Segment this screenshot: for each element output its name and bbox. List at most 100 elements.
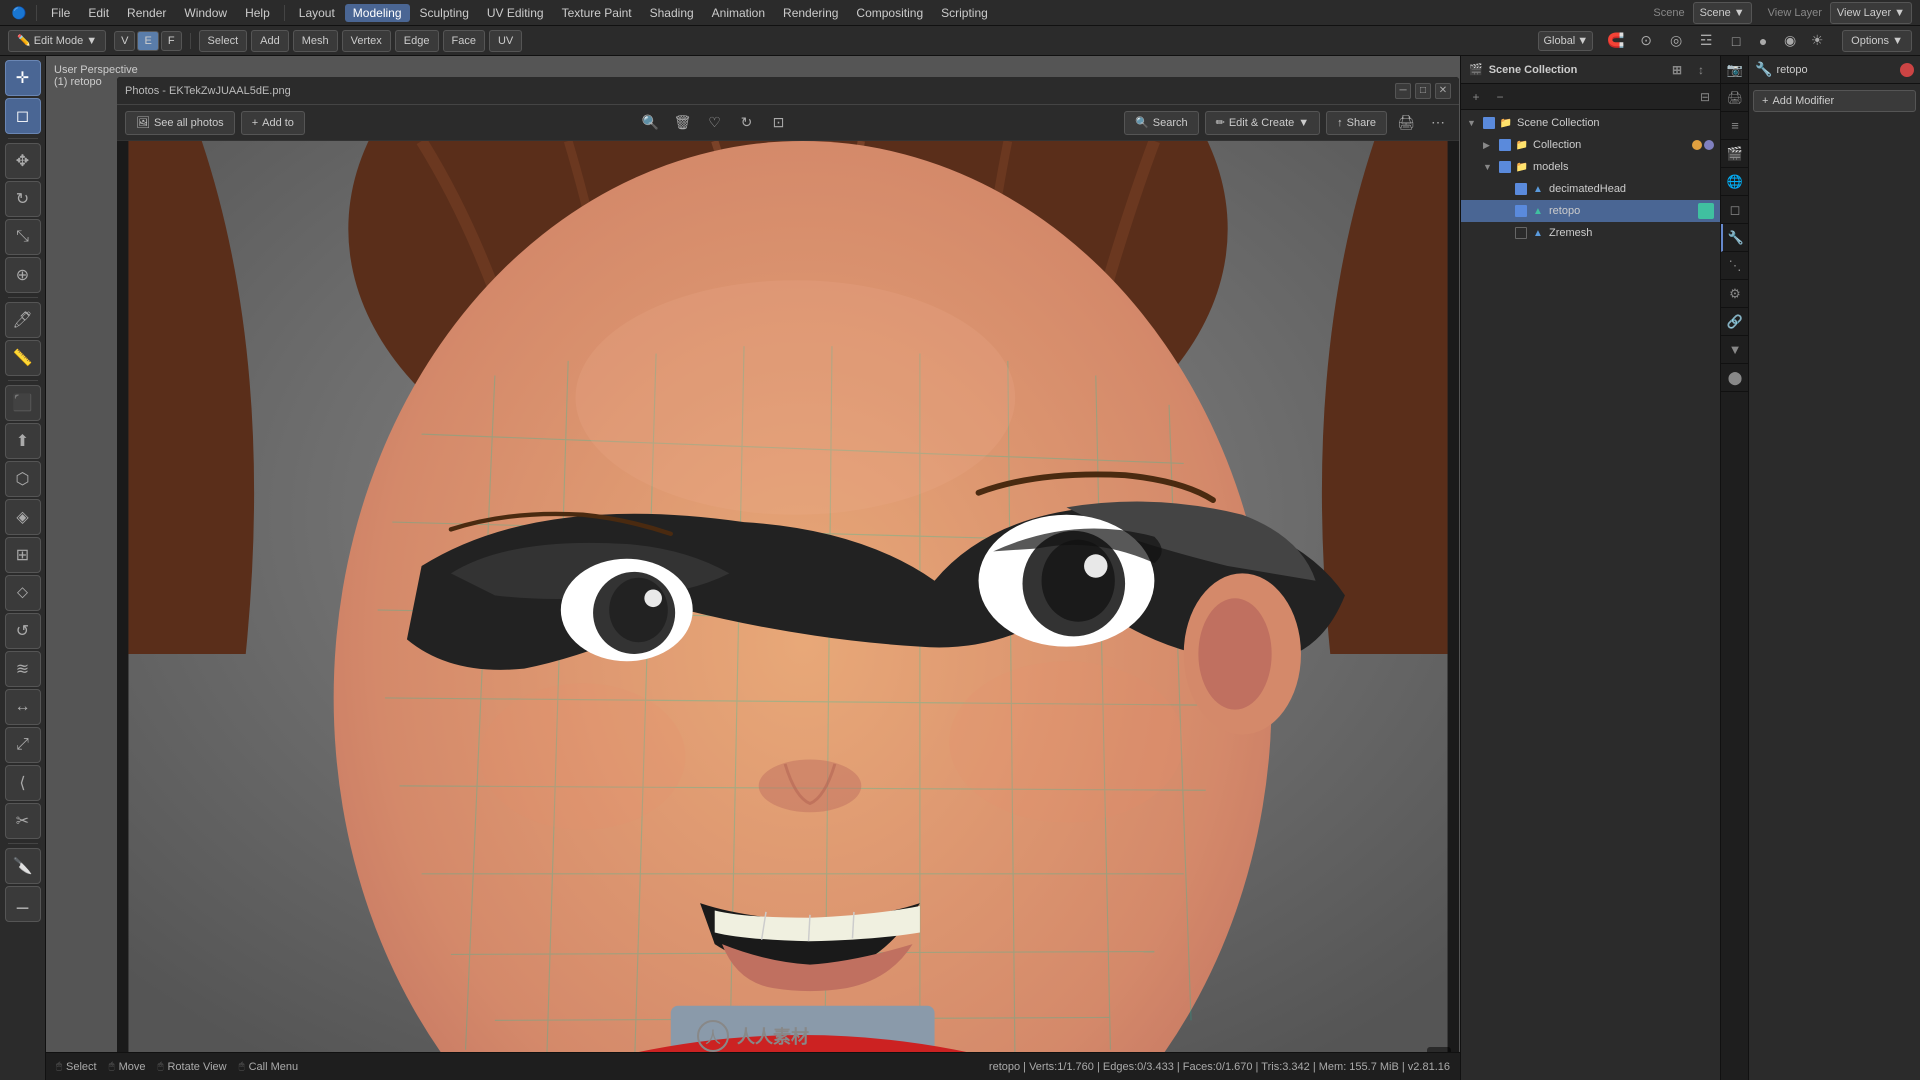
coll-item-models[interactable]: ▼ 📁 models (1461, 156, 1720, 178)
add-cube-tool[interactable]: ⬛ (5, 385, 41, 421)
rotate-tool[interactable]: ↻ (5, 181, 41, 217)
face-menu-btn[interactable]: UV (489, 30, 522, 52)
menu-file[interactable]: File (43, 4, 78, 22)
expand-icon3[interactable]: ▼ (1483, 162, 1495, 172)
solid-mode-btn[interactable]: ● (1750, 28, 1776, 54)
visibility-checkbox4[interactable] (1515, 183, 1527, 195)
output-props-tab[interactable]: 🖨 (1721, 84, 1749, 112)
minimize-btn[interactable]: ─ (1395, 83, 1411, 99)
coll-item-decimated-head[interactable]: ▶ ▲ decimatedHead (1461, 178, 1720, 200)
render-mode-btn[interactable]: ☀ (1804, 28, 1830, 54)
photo-content[interactable]: ⤡ (117, 141, 1459, 1079)
tab-rendering[interactable]: Rendering (775, 4, 846, 22)
bisect-tool[interactable]: ⚊ (5, 886, 41, 922)
rotate-btn[interactable]: ↻ (734, 110, 760, 136)
maximize-btn[interactable]: □ (1415, 83, 1431, 99)
zoom-in-btn[interactable]: 🔍 (638, 110, 664, 136)
view-layer-tab[interactable]: ≡ (1721, 112, 1749, 140)
expand-icon2[interactable]: ▶ (1483, 140, 1495, 151)
menu-window[interactable]: Window (176, 4, 235, 22)
material-mode-btn[interactable]: ◉ (1777, 28, 1803, 54)
coll-item-zremesh[interactable]: ▶ ▲ Zremesh (1461, 222, 1720, 244)
tab-compositing[interactable]: Compositing (848, 4, 931, 22)
world-tab[interactable]: 🌐 (1721, 168, 1749, 196)
knife-tool[interactable]: 🔪 (5, 848, 41, 884)
search-btn[interactable]: 🔍 Search (1124, 111, 1199, 135)
transform-tool[interactable]: ⊕ (5, 257, 41, 293)
annotate-tool[interactable]: 🖊 (5, 302, 41, 338)
tab-layout[interactable]: Layout (291, 4, 343, 22)
move-tool[interactable]: ✥ (5, 143, 41, 179)
scene-tab[interactable]: 🎬 (1721, 140, 1749, 168)
coll-item-scene-collection[interactable]: ▼ 📁 Scene Collection (1461, 112, 1720, 134)
particles-tab[interactable]: ⋱ (1721, 252, 1749, 280)
scale-tool[interactable]: ⤡ (5, 219, 41, 255)
constraints-tab[interactable]: 🔗 (1721, 308, 1749, 336)
physics-tab[interactable]: ⚙ (1721, 280, 1749, 308)
vertex-mode-btn[interactable]: V (114, 31, 135, 51)
data-tab[interactable]: ▼ (1721, 336, 1749, 364)
edge-mode-btn[interactable]: E (137, 31, 158, 51)
add-menu-btn[interactable]: Mesh (293, 30, 338, 52)
tab-animation[interactable]: Animation (704, 4, 773, 22)
print-btn[interactable]: 🖨 (1393, 110, 1419, 136)
delete-btn[interactable]: 🗑 (670, 110, 696, 136)
object-tab[interactable]: ◻ (1721, 196, 1749, 224)
tab-texture-paint[interactable]: Texture Paint (554, 4, 640, 22)
view-menu-btn[interactable]: Select (199, 30, 248, 52)
scene-dropdown[interactable]: Scene ▼ (1693, 2, 1752, 24)
tab-uv-editing[interactable]: UV Editing (479, 4, 552, 22)
rip-tool[interactable]: ✂ (5, 803, 41, 839)
blender-logo[interactable]: 🔵 (8, 2, 30, 24)
visibility-checkbox2[interactable] (1499, 139, 1511, 151)
expand-icon[interactable]: ▼ (1467, 118, 1479, 128)
snap-btn[interactable]: 🧲 (1603, 28, 1629, 54)
new-collection-btn[interactable]: + (1465, 86, 1487, 108)
extrude-tool[interactable]: ⬆ (5, 423, 41, 459)
xray-btn[interactable]: ☲ (1693, 28, 1719, 54)
render-props-tab[interactable]: 📷 (1721, 56, 1749, 84)
add-to-btn[interactable]: + Add to (241, 111, 305, 135)
poly-build-tool[interactable]: ⬦ (5, 575, 41, 611)
view-layer-dropdown[interactable]: View Layer ▼ (1830, 2, 1912, 24)
sort-icon-btn[interactable]: ↕ (1690, 59, 1712, 81)
visibility-checkbox3[interactable] (1499, 161, 1511, 173)
shrink-fatten-tool[interactable]: ⤢ (5, 727, 41, 763)
favorite-btn[interactable]: ♡ (702, 110, 728, 136)
mode-select-btn[interactable]: ✏️ Edit Mode ▼ (8, 30, 106, 52)
tab-sculpting[interactable]: Sculpting (412, 4, 477, 22)
del-collection-btn[interactable]: − (1489, 86, 1511, 108)
coll-item-collection[interactable]: ▶ 📁 Collection (1461, 134, 1720, 156)
cursor-tool[interactable]: ✛ (5, 60, 41, 96)
shear-tool[interactable]: ⟨ (5, 765, 41, 801)
visibility-checkbox6[interactable] (1515, 227, 1527, 239)
menu-render[interactable]: Render (119, 4, 174, 22)
tab-modeling[interactable]: Modeling (345, 4, 410, 22)
tab-shading[interactable]: Shading (642, 4, 702, 22)
transform-orientation-dropdown[interactable]: Global ▼ (1538, 31, 1593, 51)
vertex-menu-btn[interactable]: Edge (395, 30, 439, 52)
coll-item-retopo[interactable]: ▶ ▲ retopo (1461, 200, 1720, 222)
close-btn[interactable]: ✕ (1435, 83, 1451, 99)
menu-edit[interactable]: Edit (80, 4, 117, 22)
overlay-btn[interactable]: ◎ (1663, 28, 1689, 54)
measure-tool[interactable]: 📏 (5, 340, 41, 376)
edit-create-btn[interactable]: ✏ Edit & Create ▼ (1205, 111, 1321, 135)
see-all-photos-btn[interactable]: 🖼 See all photos (125, 111, 235, 135)
mesh-menu-btn[interactable]: Vertex (342, 30, 391, 52)
visibility-checkbox5[interactable] (1515, 205, 1527, 217)
smooth-tool[interactable]: ≋ (5, 651, 41, 687)
proportional-edit-btn[interactable]: ⊙ (1633, 28, 1659, 54)
options-btn[interactable]: Options ▼ (1842, 30, 1912, 52)
material-tab[interactable]: ⬤ (1721, 364, 1749, 392)
add-modifier-btn[interactable]: + Add Modifier (1753, 90, 1916, 112)
wireframe-mode-btn[interactable]: □ (1723, 28, 1749, 54)
filter-icon-btn[interactable]: ⊞ (1666, 59, 1688, 81)
visibility-checkbox[interactable] (1483, 117, 1495, 129)
modifier-tab active[interactable]: 🔧 (1721, 224, 1749, 252)
inset-tool[interactable]: ⬡ (5, 461, 41, 497)
spin-tool[interactable]: ↺ (5, 613, 41, 649)
crop-btn[interactable]: ⊡ (766, 110, 792, 136)
select-menu-btn[interactable]: Add (251, 30, 289, 52)
more-btn[interactable]: ⋯ (1425, 110, 1451, 136)
